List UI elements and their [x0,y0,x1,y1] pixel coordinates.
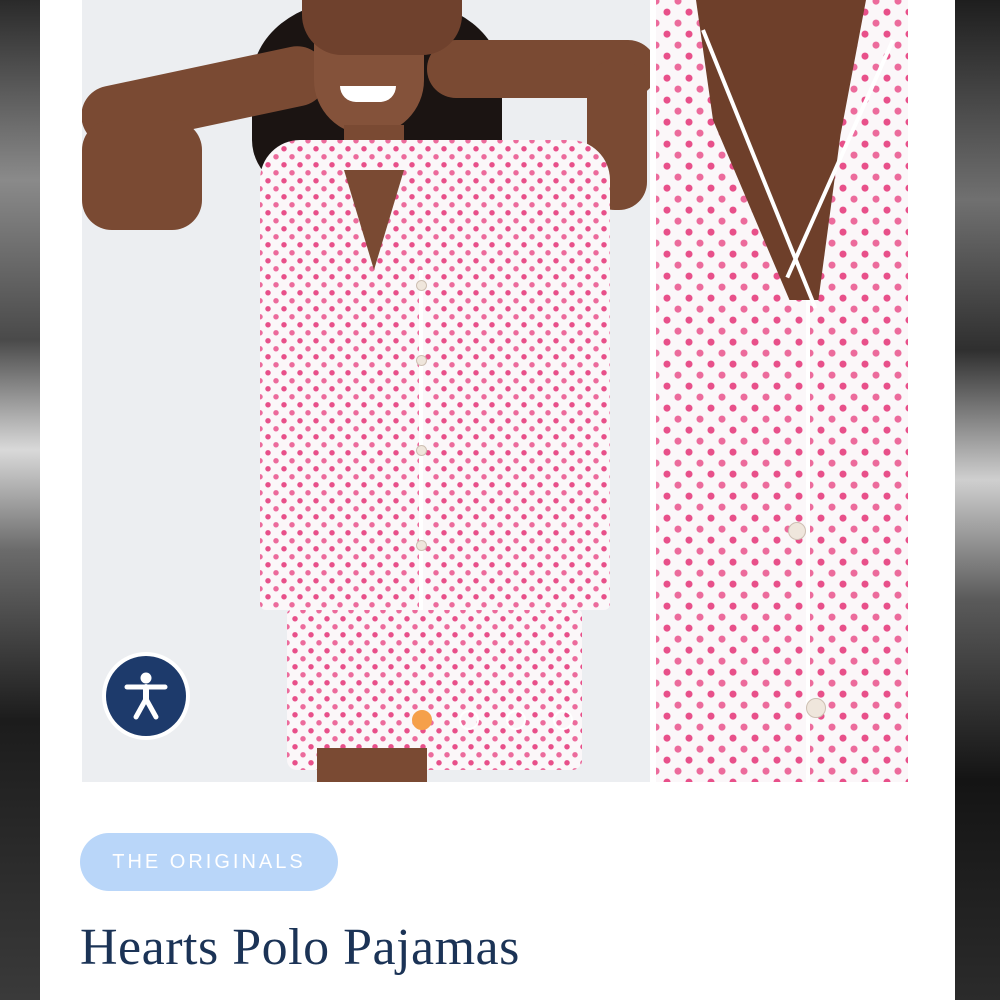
collection-badge[interactable]: THE ORIGINALS [80,833,338,891]
model-forearm-left [82,120,202,230]
shirt-button-3 [416,445,427,456]
model-hands [302,0,462,55]
carousel-dot-4[interactable] [553,710,573,730]
product-image-detail[interactable] [656,0,908,782]
carousel-dot-1[interactable] [412,710,432,730]
detail-button-1 [788,522,806,540]
screen-edge-right [955,0,1000,1000]
product-page: THE ORIGINALS Hearts Polo Pajamas [40,0,955,1000]
carousel-dot-3[interactable] [506,710,526,730]
pajama-shirt [260,140,610,610]
shirt-button-1 [416,280,427,291]
model-smile [340,86,396,102]
model-legs [317,748,427,782]
product-title: Hearts Polo Pajamas [80,919,520,976]
accessibility-button[interactable] [102,652,190,740]
shirt-button-2 [416,355,427,366]
carousel-dot-2[interactable] [459,710,479,730]
screen-edge-left [0,0,40,1000]
accessibility-person-icon [124,672,168,720]
accessibility-button-inner [106,656,186,736]
shirt-placket [419,270,423,610]
shirt-button-4 [416,540,427,551]
detail-button-2 [806,698,826,718]
product-image-gallery[interactable] [82,0,908,782]
pajama-shorts [287,610,582,770]
